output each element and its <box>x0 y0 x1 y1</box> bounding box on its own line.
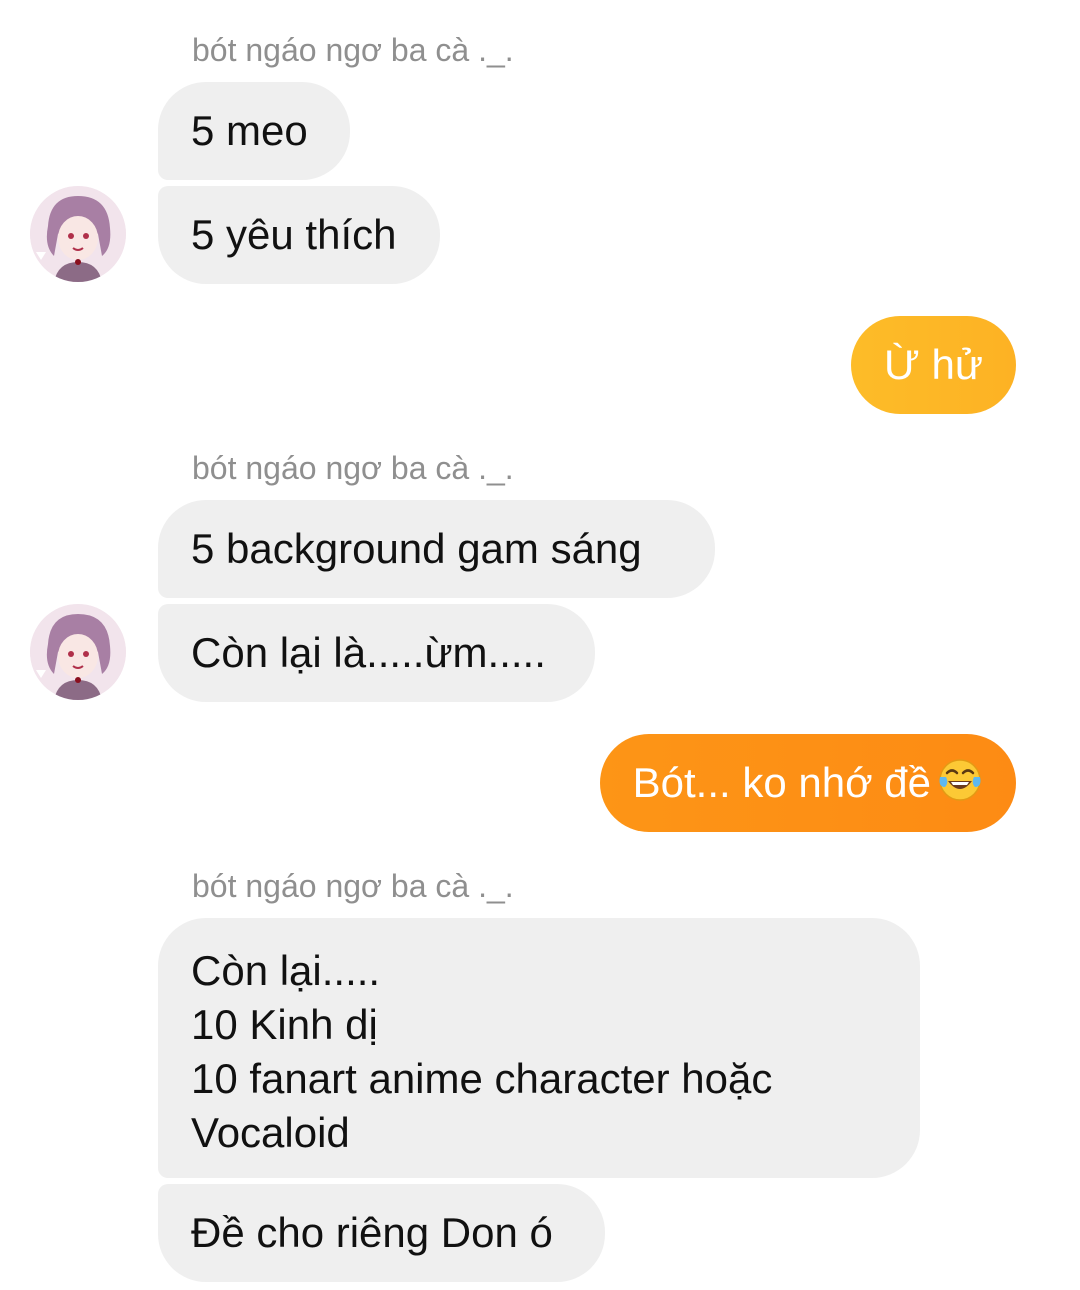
avatar[interactable] <box>30 604 126 700</box>
avatar[interactable] <box>30 186 126 282</box>
sender-name: bót ngáo ngơ ba cà ._. <box>192 32 514 68</box>
avatar-image <box>30 604 126 700</box>
outgoing-message-bubble[interactable]: Ừ hử <box>850 316 1016 414</box>
incoming-message-bubble[interactable]: Còn lại..... 10 Kinh dị 10 fanart anime … <box>158 918 920 1178</box>
incoming-message-bubble[interactable]: 5 background gam sáng <box>158 500 715 598</box>
sender-name: bót ngáo ngơ ba cà ._. <box>192 450 514 486</box>
incoming-message-bubble[interactable]: Đề cho riêng Don ó <box>158 1184 605 1282</box>
outgoing-message-text: Bót... ko nhớ đề <box>632 759 931 806</box>
outgoing-message-bubble[interactable]: Bót... ko nhớ đề <box>599 734 1016 832</box>
incoming-message-bubble[interactable]: 5 meo <box>158 82 350 180</box>
avatar-image <box>30 186 126 282</box>
face-with-tears-of-joy-icon <box>937 757 983 816</box>
outgoing-message-text: Ừ hử <box>883 341 983 388</box>
sender-name: bót ngáo ngơ ba cà ._. <box>192 868 514 904</box>
incoming-message-bubble[interactable]: Còn lại là.....ừm..... <box>158 604 595 702</box>
incoming-message-bubble[interactable]: 5 yêu thích <box>158 186 440 284</box>
